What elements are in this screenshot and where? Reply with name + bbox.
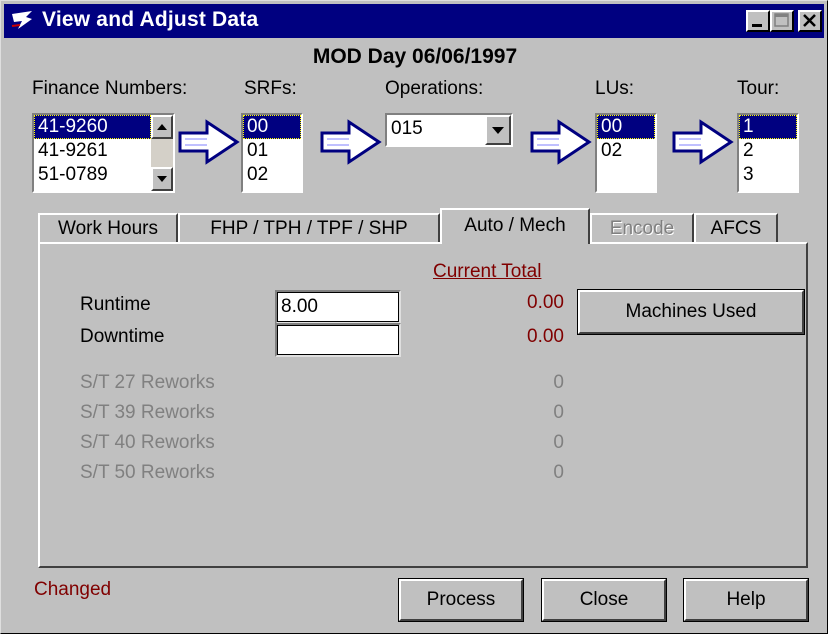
- maximize-icon: [774, 13, 789, 27]
- minimize-button[interactable]: [746, 10, 770, 32]
- runtime-input[interactable]: 8.00: [275, 290, 401, 324]
- lus-label: LUs:: [595, 78, 635, 99]
- downtime-input[interactable]: [275, 323, 401, 357]
- current-total-header: Current Total: [433, 261, 542, 282]
- operations-dropdown-button[interactable]: [485, 115, 511, 145]
- list-item[interactable]: 00: [243, 115, 301, 139]
- downtime-label: Downtime: [80, 326, 165, 347]
- lus-list[interactable]: 00 02: [595, 113, 657, 193]
- st39-reworks-value: 0: [553, 402, 564, 423]
- runtime-label: Runtime: [80, 294, 151, 315]
- scroll-down-button[interactable]: [151, 167, 173, 191]
- help-button[interactable]: Help: [683, 578, 809, 622]
- right-arrow-icon: [178, 119, 240, 165]
- st40-reworks-value: 0: [553, 432, 564, 453]
- st27-reworks-value: 0: [553, 372, 564, 393]
- list-item[interactable]: 2: [739, 139, 797, 163]
- srfs-label: SRFs:: [244, 78, 297, 99]
- operations-label: Operations:: [385, 78, 484, 99]
- scroll-up-button[interactable]: [151, 115, 173, 139]
- st40-reworks-label: S/T 40 Reworks: [80, 432, 215, 453]
- close-button[interactable]: Close: [541, 578, 667, 622]
- list-item[interactable]: 02: [597, 139, 655, 163]
- list-item[interactable]: 51-0789: [34, 163, 151, 187]
- chevron-down-icon: [492, 127, 504, 134]
- runtime-current-total: 0.00: [527, 292, 564, 313]
- tab-auto-mech[interactable]: Auto / Mech: [440, 208, 590, 244]
- downtime-current-total: 0.00: [527, 326, 564, 347]
- tab-encode: Encode: [590, 213, 694, 243]
- list-item[interactable]: 1: [739, 115, 797, 139]
- tab-fhp-tph-tpf-shp[interactable]: FHP / TPH / TPF / SHP: [178, 213, 440, 243]
- close-icon: [803, 14, 816, 27]
- maximize-button[interactable]: [770, 10, 794, 32]
- title-bar[interactable]: View and Adjust Data: [4, 4, 824, 38]
- tab-afcs[interactable]: AFCS: [694, 213, 778, 243]
- usps-eagle-icon: [10, 8, 34, 32]
- finance-numbers-list[interactable]: 41-9260 41-9261 51-0789: [32, 113, 175, 193]
- scroll-up-icon: [157, 124, 167, 130]
- right-arrow-icon: [530, 119, 592, 165]
- st27-reworks-label: S/T 27 Reworks: [80, 372, 215, 393]
- minimize-icon: [752, 24, 762, 27]
- list-item[interactable]: 3: [739, 163, 797, 187]
- finance-scrollbar[interactable]: [151, 115, 173, 191]
- close-window-button[interactable]: [798, 10, 822, 32]
- status-text: Changed: [34, 579, 112, 600]
- right-arrow-icon: [320, 119, 382, 165]
- operations-combo[interactable]: 015: [385, 113, 513, 147]
- tour-label: Tour:: [737, 78, 780, 99]
- list-item[interactable]: 41-9261: [34, 139, 151, 163]
- machines-used-button[interactable]: Machines Used: [577, 289, 805, 335]
- list-item[interactable]: 00: [597, 115, 655, 139]
- operations-value: 015: [391, 118, 423, 139]
- st50-reworks-label: S/T 50 Reworks: [80, 462, 215, 483]
- st39-reworks-label: S/T 39 Reworks: [80, 402, 215, 423]
- right-arrow-icon: [672, 119, 734, 165]
- finance-numbers-label: Finance Numbers:: [32, 78, 188, 99]
- list-item[interactable]: 02: [243, 163, 301, 187]
- list-item[interactable]: 41-9260: [34, 115, 151, 139]
- auto-mech-panel: Current Total Runtime 8.00 0.00 Downtime…: [38, 242, 808, 568]
- list-item[interactable]: 01: [243, 139, 301, 163]
- view-adjust-window: View and Adjust Data MOD Day 06/06/1997 …: [0, 0, 828, 634]
- window-title: View and Adjust Data: [42, 8, 259, 31]
- mod-day-heading: MOD Day 06/06/1997: [312, 45, 518, 68]
- st50-reworks-value: 0: [553, 462, 564, 483]
- srfs-list[interactable]: 00 01 02: [241, 113, 303, 193]
- scroll-down-icon: [157, 176, 167, 182]
- process-button[interactable]: Process: [398, 578, 524, 622]
- tab-work-hours[interactable]: Work Hours: [38, 213, 178, 243]
- tour-list[interactable]: 1 2 3: [737, 113, 799, 193]
